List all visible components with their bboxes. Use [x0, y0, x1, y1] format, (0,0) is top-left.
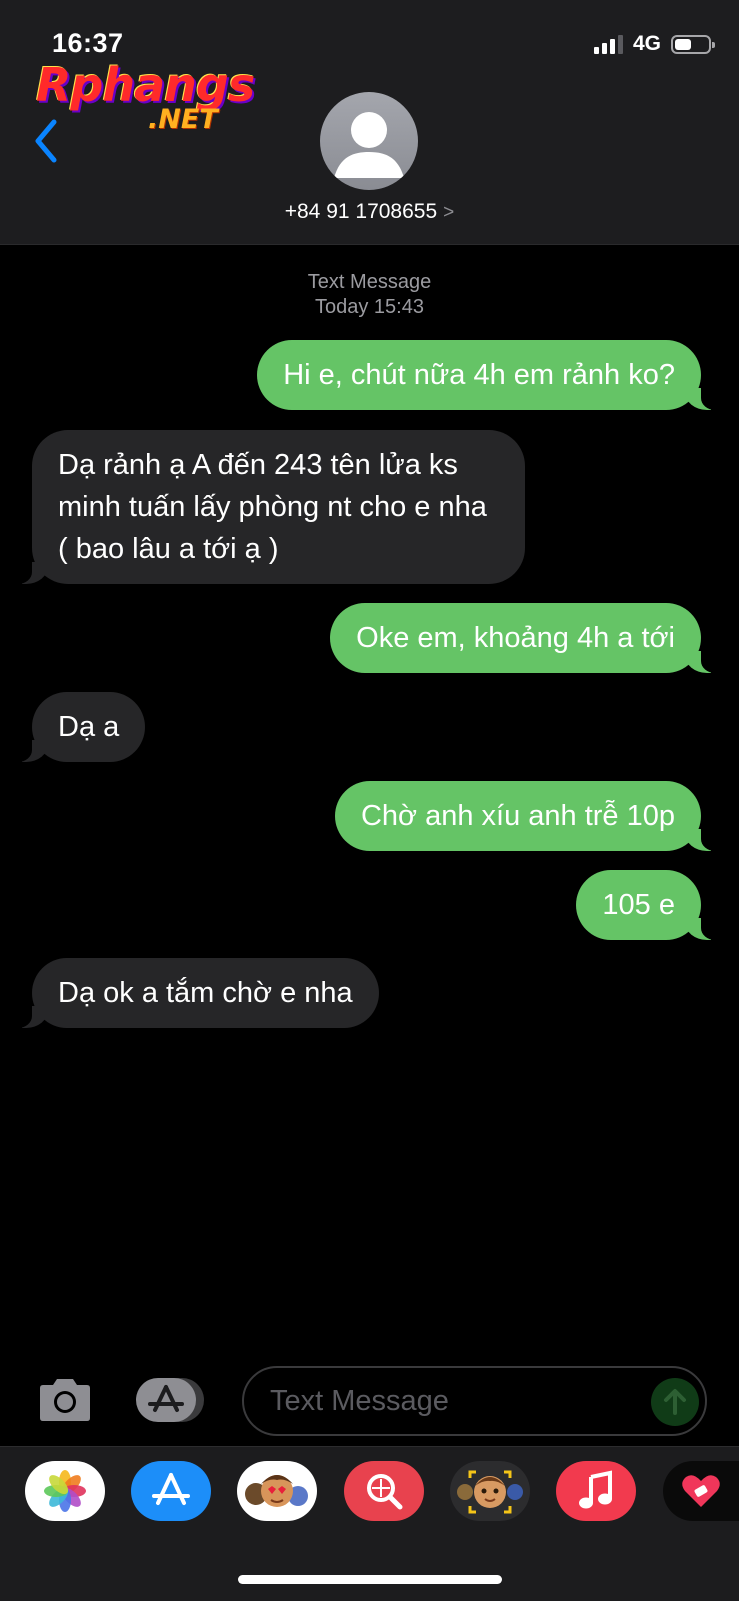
person-icon	[334, 112, 404, 178]
app-store-icon	[136, 1378, 204, 1422]
message-text: Dạ a	[58, 711, 120, 743]
music-icon	[579, 1470, 612, 1509]
send-button[interactable]	[651, 1378, 699, 1426]
chevron-right-icon: >	[443, 202, 455, 223]
back-button[interactable]	[32, 118, 62, 164]
watermark-logo: Rphangs .NET	[36, 58, 256, 138]
conversation-header: 16:37 4G Rphangs .NET +84 91 1708655 >	[0, 0, 739, 245]
received-message-bubble[interactable]: Dạ a	[11, 692, 146, 762]
cellular-signal-icon	[593, 34, 623, 54]
memoji-stickers-icon	[245, 1475, 308, 1507]
app-store-icon	[152, 1473, 190, 1505]
received-message-bubble[interactable]: Dạ ok a tắm chờ e nha	[12, 958, 379, 1028]
image-search-app-button[interactable]	[344, 1461, 424, 1521]
contact-name-button[interactable]: +84 91 1708655 >	[0, 200, 739, 224]
app-store-app-button[interactable]	[131, 1461, 211, 1521]
status-indicators: 4G	[593, 32, 715, 56]
home-indicator[interactable]	[238, 1575, 502, 1584]
sent-message-bubble[interactable]: Hi e, chút nữa 4h em rảnh ko?	[257, 340, 721, 410]
search-images-icon	[367, 1474, 403, 1510]
watermark-brand: Rphangs	[36, 58, 255, 112]
message-text: Oke em, khoảng 4h a tới	[356, 622, 675, 654]
sent-message-bubble[interactable]: Chờ anh xíu anh trễ 10p	[334, 781, 722, 851]
music-app-button[interactable]	[556, 1461, 636, 1521]
memoji-stickers-app-button[interactable]	[237, 1461, 317, 1521]
status-time: 16:37	[52, 28, 124, 58]
battery-icon	[671, 34, 715, 54]
animoji-app-button[interactable]	[450, 1461, 530, 1521]
sent-message-bubble[interactable]: 105 e	[576, 870, 721, 940]
chevron-left-icon	[35, 119, 57, 163]
conversation-meta: Text Message Today 15:43	[0, 270, 739, 320]
contact-number: +84 91 1708655	[284, 200, 438, 223]
message-text: Hi e, chút nữa 4h em rảnh ko?	[283, 359, 675, 391]
input-placeholder: Text Message	[270, 1385, 449, 1417]
photos-icon	[44, 1470, 86, 1512]
message-type-label: Text Message	[307, 271, 432, 293]
animoji-icon	[457, 1470, 523, 1514]
message-input[interactable]: Text Message	[242, 1366, 707, 1436]
app-store-button[interactable]	[136, 1376, 210, 1424]
message-text: 105 e	[602, 889, 675, 921]
message-text: Chờ anh xíu anh trễ 10p	[360, 800, 675, 832]
digital-touch-icon	[682, 1475, 720, 1507]
message-text: Dạ ok a tắm chờ e nha	[58, 977, 353, 1009]
message-timestamp: Today 15:43	[315, 296, 424, 318]
camera-button[interactable]	[36, 1376, 94, 1424]
contact-avatar[interactable]	[320, 92, 418, 190]
received-message-bubble[interactable]: Dạ rảnh ạ A đến 243 tên lửa ks minh tuấn…	[12, 430, 525, 584]
network-type: 4G	[632, 32, 661, 55]
watermark-suffix: .NET	[148, 104, 218, 135]
camera-icon	[40, 1379, 90, 1421]
message-text: Dạ rảnh ạ A đến 243 tên lửa ks minh tuấn…	[58, 449, 487, 565]
photos-app-button[interactable]	[25, 1461, 105, 1521]
sent-message-bubble[interactable]: Oke em, khoảng 4h a tới	[330, 603, 721, 673]
arrow-up-icon	[664, 1389, 686, 1415]
digital-touch-app-button[interactable]	[663, 1461, 739, 1521]
